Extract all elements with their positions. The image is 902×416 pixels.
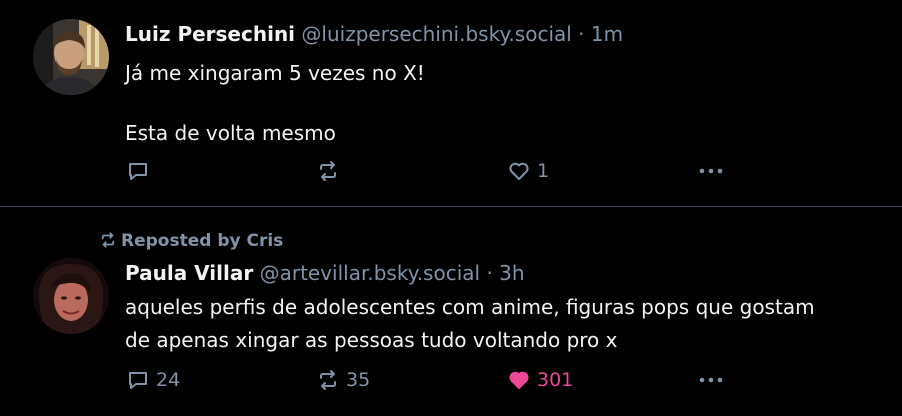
like-count: 1: [537, 160, 550, 182]
post-divider: [0, 206, 902, 207]
repost-icon: [320, 370, 336, 390]
post-time[interactable]: 1m: [591, 22, 623, 46]
post-text-line: Esta de volta mesmo: [125, 121, 336, 145]
more-options-button[interactable]: [697, 159, 727, 183]
repost-button[interactable]: 35: [316, 368, 370, 392]
repost-icon: [320, 161, 336, 181]
like-button[interactable]: 1: [507, 159, 549, 183]
avatar-photo: [33, 258, 109, 334]
reply-icon: [129, 372, 147, 389]
post-text-line: aqueles perfis de adolescentes com anime…: [125, 295, 815, 319]
repost-small-icon: [101, 232, 115, 248]
author-name[interactable]: Paula Villar: [125, 261, 253, 285]
post-header: Luiz Persechini @luizpersechini.bsky.soc…: [125, 20, 623, 48]
avatar[interactable]: [33, 19, 109, 95]
repost-count: 35: [346, 369, 371, 391]
post-text-line: de apenas xingar as pessoas tudo voltand…: [125, 328, 618, 352]
reposted-by-label[interactable]: Reposted by Cris: [99, 229, 283, 253]
post-text-line: Já me xingaram 5 vezes no X!: [125, 61, 425, 85]
heart-filled-icon: [509, 371, 529, 389]
separator: ·: [486, 261, 493, 285]
reposted-by-text: Reposted by Cris: [121, 231, 284, 251]
more-options-button[interactable]: [697, 368, 727, 392]
post-time[interactable]: 3h: [499, 261, 524, 285]
reply-icon: [129, 163, 147, 180]
avatar-photo: [33, 19, 109, 95]
feed-post[interactable]: Luiz Persechini @luizpersechini.bsky.soc…: [0, 0, 902, 206]
author-handle[interactable]: @luizpersechini.bsky.social: [301, 22, 571, 46]
author-name[interactable]: Luiz Persechini: [125, 22, 295, 46]
reply-button[interactable]: 24: [126, 368, 180, 392]
author-handle[interactable]: @artevillar.bsky.social: [260, 261, 480, 285]
like-count: 301: [537, 369, 574, 391]
like-button[interactable]: 301: [507, 368, 573, 392]
separator: ·: [578, 22, 585, 46]
reply-count: 24: [156, 369, 181, 391]
reply-button[interactable]: [126, 159, 156, 183]
repost-button[interactable]: [316, 159, 346, 183]
more-icon: [699, 377, 723, 383]
post-header: Paula Villar @artevillar.bsky.social · 3…: [125, 259, 525, 287]
heart-outline-icon: [509, 162, 529, 180]
avatar[interactable]: [33, 258, 109, 334]
more-icon: [699, 168, 723, 174]
